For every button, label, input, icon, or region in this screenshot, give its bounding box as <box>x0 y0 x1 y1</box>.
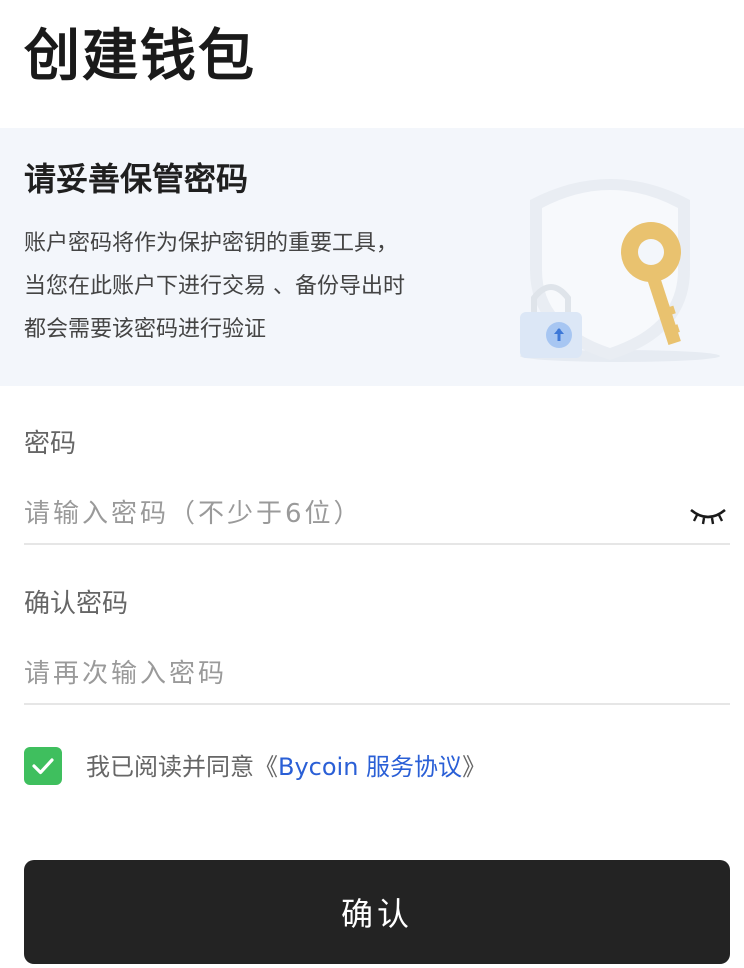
confirm-password-label: 确认密码 <box>24 589 129 619</box>
confirm-password-input[interactable] <box>24 646 730 702</box>
confirm-password-underline <box>24 703 730 705</box>
password-label: 密码 <box>24 429 77 459</box>
agreement-text: 我已阅读并同意《Bycoin 服务协议》 <box>86 750 486 784</box>
shield-key-lock-illustration <box>520 179 720 362</box>
service-agreement-link[interactable]: Bycoin 服务协议 <box>278 753 462 781</box>
notice-description: 账户密码将作为保护密钥的重要工具， 当您在此账户下进行交易 、备份导出时 都会需… <box>24 222 504 351</box>
notice-title: 请妥善保管密码 <box>24 160 249 198</box>
eye-closed-icon[interactable] <box>688 500 728 530</box>
checkmark-icon <box>32 758 54 775</box>
password-input[interactable] <box>24 486 730 542</box>
confirm-button[interactable]: 确认 <box>24 860 730 964</box>
agreement-prefix: 我已阅读并同意《 <box>86 753 278 781</box>
page-title: 创建钱包 <box>24 24 256 89</box>
agreement-checkbox[interactable] <box>24 747 62 785</box>
notice-line: 当您在此账户下进行交易 、备份导出时 <box>24 274 405 299</box>
notice-line: 账户密码将作为保护密钥的重要工具， <box>24 231 399 256</box>
agreement-suffix: 》 <box>462 753 487 781</box>
create-wallet-page: 创建钱包 请妥善保管密码 账户密码将作为保护密钥的重要工具， 当您在此账户下进行… <box>0 0 744 968</box>
notice-line: 都会需要该密码进行验证 <box>24 317 267 342</box>
password-underline <box>24 543 730 545</box>
